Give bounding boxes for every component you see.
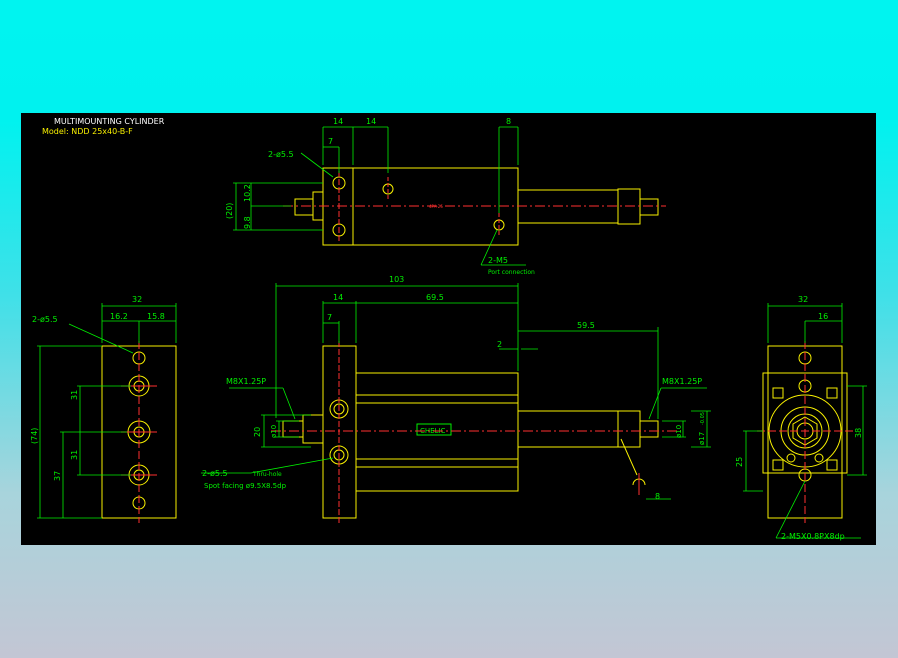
top-left-boss <box>294 198 314 216</box>
cad-drawing-canvas: MULTIMOUNTING CYLINDER Model: NDD 25x40-… <box>21 113 876 545</box>
side-view: 32 16.2 15.8 2-ø5.5 (74) 31 31 37 <box>30 295 177 523</box>
end-dim-32: 32 <box>798 295 808 304</box>
top-dim-9-8: 9.8 <box>243 216 252 229</box>
front-dim-7: 7 <box>327 313 332 322</box>
front-dim-phi17-tol: -0.05 <box>700 412 706 425</box>
side-dim-15-8: 15.8 <box>147 312 165 321</box>
side-dim-31a: 31 <box>70 390 79 400</box>
front-dim-20: 20 <box>253 427 262 437</box>
top-view: 14 14 8 7 2-ø5.5 (20) 10.2 9.8 2-M5 Port… <box>225 117 666 276</box>
cylinder-drawing: MULTIMOUNTING CYLINDER Model: NDD 25x40-… <box>30 117 867 541</box>
end-dim-38: 38 <box>854 428 863 438</box>
front-thread-left: M8X1.25P <box>226 377 266 386</box>
drawing-title: MULTIMOUNTING CYLINDER <box>54 117 165 126</box>
top-dim-20: (20) <box>225 203 234 219</box>
side-dim-32: 32 <box>132 295 142 304</box>
end-dim-16: 16 <box>818 312 828 321</box>
front-dim-103: 103 <box>389 275 404 284</box>
front-spot-facing: Spot facing ø9.5X8.5dp <box>204 482 287 490</box>
top-hole-note: 2-ø5.5 <box>268 150 294 159</box>
side-dim-74: (74) <box>30 428 39 444</box>
rod-end-clevis <box>620 438 646 486</box>
top-dim-10-2: 10.2 <box>243 184 252 202</box>
side-dim-16-2: 16.2 <box>110 312 128 321</box>
front-dim-59-5: 59.5 <box>577 321 595 330</box>
end-thread-note: 2-M5X0.8PX8dp <box>781 532 845 541</box>
front-left-boss <box>282 420 304 438</box>
front-dim-phi10-right: ø10 <box>675 425 683 438</box>
top-port-sub: Port connection <box>488 269 535 276</box>
front-hole-note: 2-ø5.5 <box>202 469 228 478</box>
side-dim-37: 37 <box>53 471 62 481</box>
front-view: CHELIC 103 14 69.5 7 59.5 2 20 ø10 ø10 ø… <box>201 275 711 523</box>
top-dim-14a: 14 <box>333 117 343 126</box>
top-dim-7: 7 <box>328 137 333 146</box>
front-rod-nut <box>617 410 641 448</box>
front-rod <box>517 410 619 448</box>
front-dim-8: 8 <box>655 492 660 501</box>
front-dim-14: 14 <box>333 293 343 302</box>
top-dim-8: 8 <box>506 117 511 126</box>
front-dim-phi17: ø17 <box>698 432 706 445</box>
top-dim-14b: 14 <box>366 117 376 126</box>
side-hole-note: 2-ø5.5 <box>32 315 58 324</box>
front-thread-right: M8X1.25P <box>662 377 702 386</box>
front-hole-thru: Thru-hole <box>252 471 282 478</box>
front-dim-phi10-left: ø10 <box>270 425 278 438</box>
front-dim-69-5: 69.5 <box>426 293 444 302</box>
model-label: Model: NDD 25x40-B-F <box>42 127 133 136</box>
front-dim-2: 2 <box>497 340 502 349</box>
top-rod-tag: 4PA-25 <box>429 204 443 209</box>
side-dim-31b: 31 <box>70 450 79 460</box>
end-dim-25: 25 <box>735 457 744 467</box>
top-port-note: 2-M5 <box>488 256 508 265</box>
end-view: 32 16 38 25 2-M5X0.8PX8dp <box>735 295 867 541</box>
